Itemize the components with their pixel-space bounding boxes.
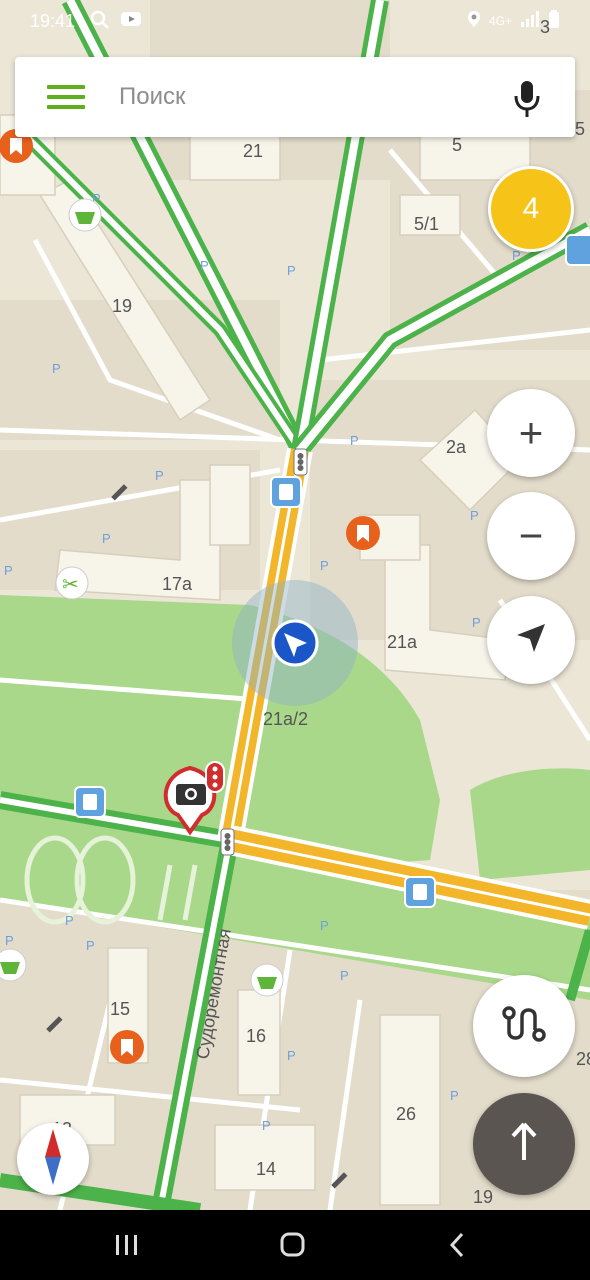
haircut-icon[interactable]: ✂ — [55, 566, 89, 600]
svg-text:26: 26 — [396, 1104, 416, 1124]
svg-text:5: 5 — [575, 119, 585, 139]
search-input[interactable]: Поиск — [119, 83, 186, 111]
zoom-out-label: − — [518, 512, 544, 559]
shop-icon[interactable] — [68, 198, 102, 232]
bus-stop-icon[interactable] — [74, 786, 106, 818]
traffic-light-icon — [220, 828, 235, 856]
svg-text:P: P — [200, 258, 209, 273]
bus-stop-icon[interactable] — [270, 476, 302, 508]
recent-apps-button[interactable] — [107, 1230, 147, 1260]
svg-text:15: 15 — [110, 999, 130, 1019]
status-bar: 19:41 4G+ — [0, 0, 590, 44]
svg-text:21а: 21а — [387, 632, 418, 652]
youtube-status-icon — [120, 10, 142, 35]
battery-icon — [548, 10, 560, 31]
bus-stop-icon[interactable] — [404, 876, 436, 908]
svg-text:P: P — [340, 968, 349, 983]
system-nav-bar — [0, 1210, 590, 1280]
svg-text:P: P — [262, 1118, 271, 1133]
signal-icon — [520, 11, 540, 30]
compass-icon — [41, 1128, 65, 1190]
svg-text:21: 21 — [243, 141, 263, 161]
svg-text:14: 14 — [256, 1159, 276, 1179]
route-icon — [500, 1004, 548, 1049]
compass-button[interactable] — [17, 1123, 89, 1195]
svg-text:2а: 2а — [446, 437, 467, 457]
svg-text:P: P — [287, 1048, 296, 1063]
svg-text:17а: 17а — [162, 574, 193, 594]
svg-text:21а/2: 21а/2 — [263, 709, 308, 729]
svg-text:P: P — [102, 531, 111, 546]
zoom-in-button[interactable]: + — [487, 389, 575, 477]
my-location-button[interactable] — [487, 596, 575, 684]
traffic-level-value: 4 — [522, 192, 540, 225]
bookmark-icon[interactable] — [346, 516, 380, 550]
zoom-out-button[interactable]: − — [487, 492, 575, 580]
svg-text:19: 19 — [473, 1187, 493, 1207]
mic-icon[interactable] — [513, 79, 541, 119]
svg-text:5/1: 5/1 — [414, 214, 439, 234]
svg-text:P: P — [52, 361, 61, 376]
location-arrow-icon — [514, 621, 548, 660]
traffic-light-icon — [293, 448, 308, 476]
route-button[interactable] — [473, 975, 575, 1077]
svg-text:P: P — [472, 615, 481, 630]
svg-text:16: 16 — [246, 1026, 266, 1046]
navigation-button[interactable] — [473, 1093, 575, 1195]
navigation-arrow-icon — [509, 1122, 539, 1167]
svg-text:P: P — [86, 938, 95, 953]
menu-icon[interactable] — [47, 85, 85, 109]
svg-text:19: 19 — [112, 296, 132, 316]
svg-text:P: P — [320, 918, 329, 933]
network-label: 4G+ — [488, 13, 512, 28]
svg-text:P: P — [65, 913, 74, 928]
svg-text:P: P — [350, 433, 359, 448]
current-location-marker — [232, 580, 358, 706]
svg-text:28: 28 — [576, 1049, 590, 1069]
bookmark-icon[interactable] — [110, 1030, 144, 1064]
shop-icon[interactable] — [0, 948, 27, 982]
shop-icon[interactable] — [250, 963, 284, 997]
status-time: 19:41 — [30, 11, 76, 31]
search-status-icon — [90, 10, 110, 35]
svg-text:P: P — [320, 558, 329, 573]
zoom-in-label: + — [518, 409, 544, 456]
svg-text:P: P — [470, 508, 479, 523]
svg-text:P: P — [450, 1088, 459, 1103]
traffic-level-button[interactable]: 4 — [488, 166, 574, 252]
svg-text:✂: ✂ — [62, 572, 79, 596]
svg-text:5: 5 — [452, 135, 462, 155]
bus-stop-icon[interactable] — [565, 234, 590, 266]
svg-text:P: P — [4, 563, 13, 578]
svg-text:P: P — [155, 468, 164, 483]
location-status-icon — [467, 10, 481, 31]
svg-text:P: P — [5, 933, 14, 948]
back-button[interactable] — [438, 1230, 478, 1260]
home-button[interactable] — [272, 1230, 312, 1260]
search-bar[interactable]: Поиск — [15, 57, 575, 137]
svg-text:P: P — [287, 263, 296, 278]
